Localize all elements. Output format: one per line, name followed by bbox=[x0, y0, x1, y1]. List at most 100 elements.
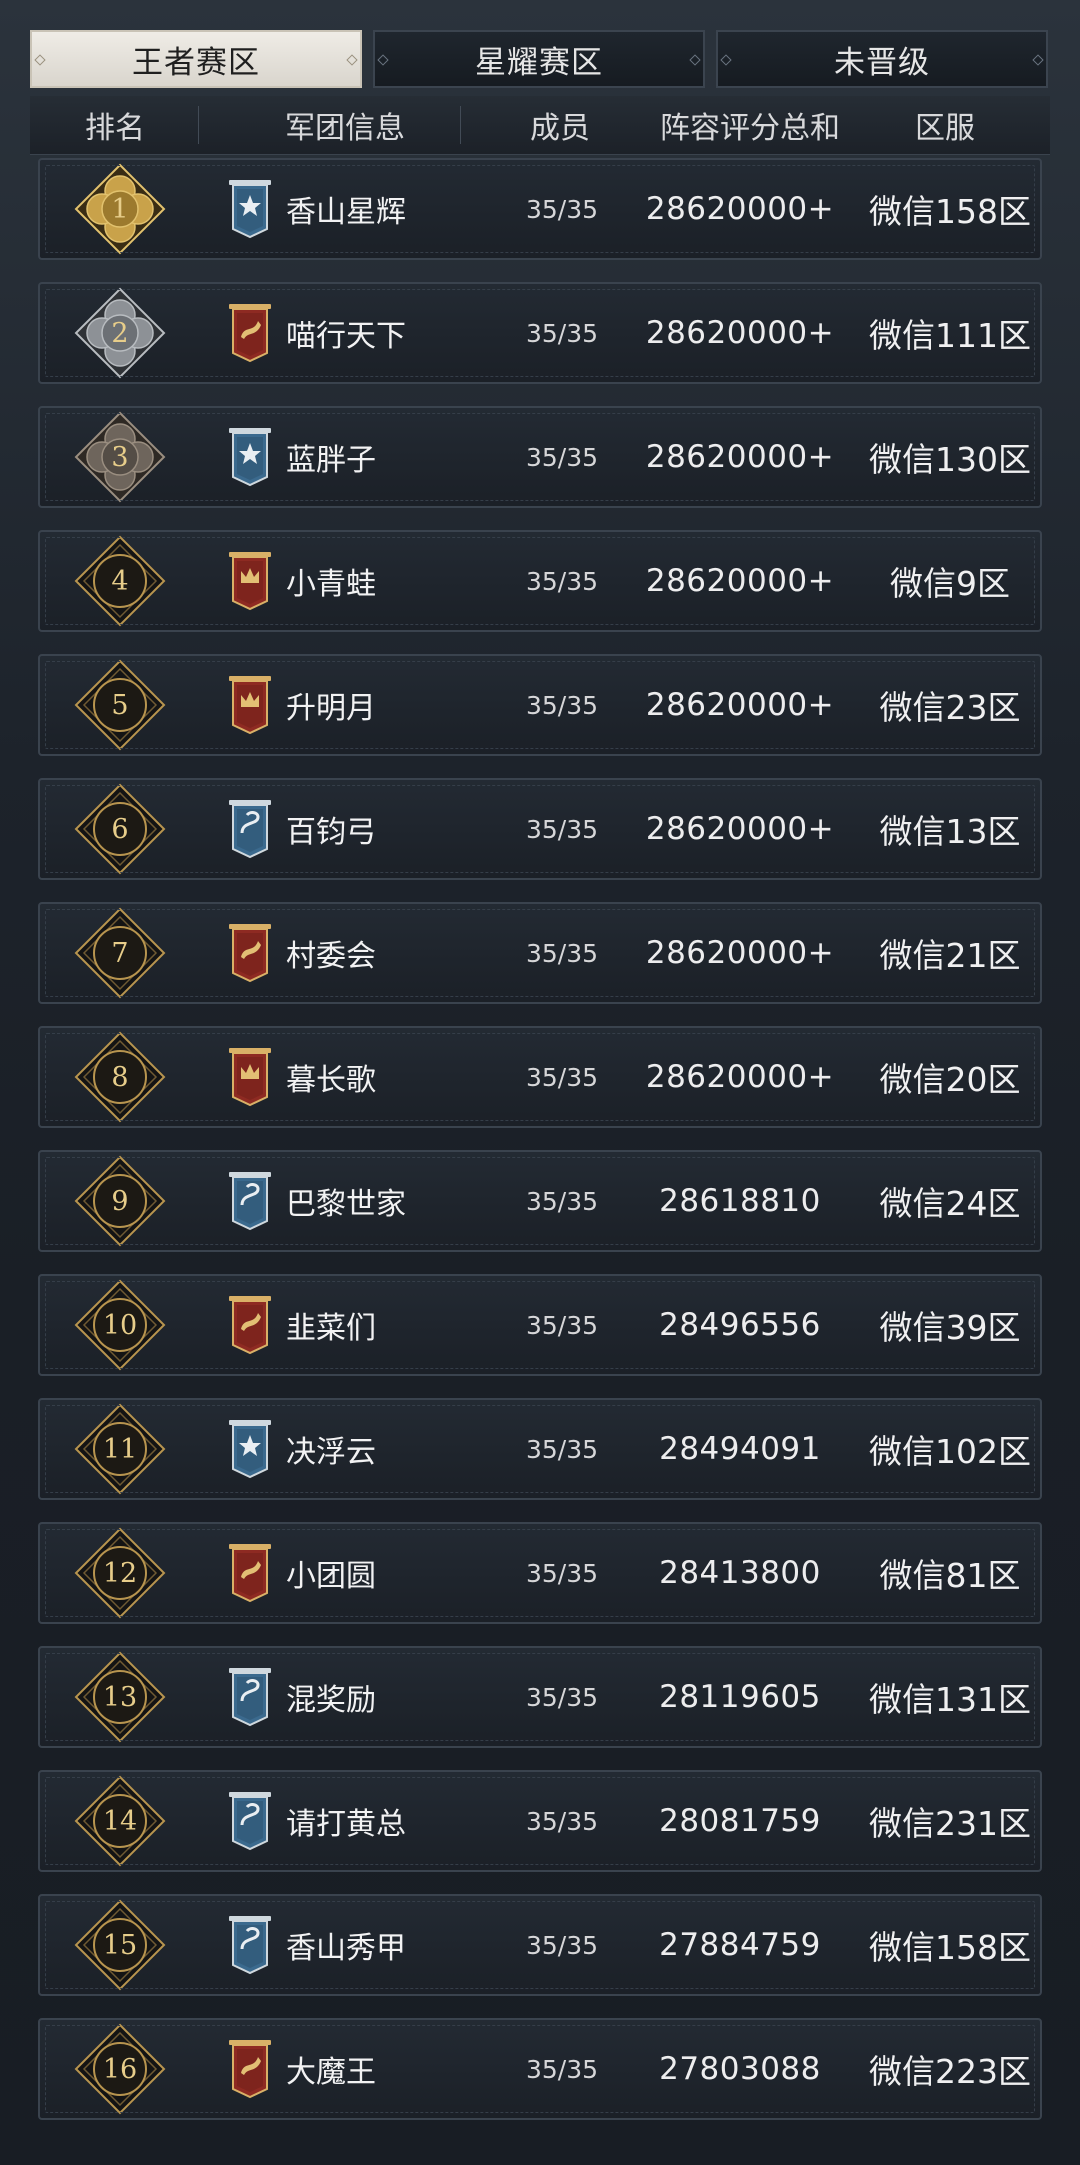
table-row[interactable]: 11 决浮云 35/35 28494091 微信102区 bbox=[38, 1398, 1042, 1500]
guild-name: 蓝胖子 bbox=[286, 443, 376, 478]
table-row[interactable]: 8 暮长歌 35/35 28620000+ 微信20区 bbox=[38, 1026, 1042, 1128]
rank-badge-icon: 4 bbox=[74, 535, 166, 627]
rank-number: 11 bbox=[102, 1433, 138, 1465]
guild-banner-icon bbox=[228, 179, 272, 239]
server-name: 微信21区 bbox=[879, 936, 1021, 975]
table-row[interactable]: 5 升明月 35/35 28620000+ 微信23区 bbox=[38, 654, 1042, 756]
guild-name: 香山秀甲 bbox=[286, 1931, 406, 1966]
server-name: 微信13区 bbox=[879, 812, 1021, 851]
members-count: 35/35 bbox=[525, 1930, 599, 1960]
members-count: 35/35 bbox=[525, 1558, 599, 1588]
rank-number: 2 bbox=[111, 317, 129, 349]
guild-info-cell: 村委会 bbox=[228, 904, 518, 1002]
server-name: 微信158区 bbox=[869, 192, 1031, 231]
table-row[interactable]: 15 香山秀甲 35/35 27884759 微信158区 bbox=[38, 1894, 1042, 1996]
rank-cell: 13 bbox=[70, 1648, 170, 1746]
guild-info-cell: 决浮云 bbox=[228, 1400, 518, 1498]
rank-number: 8 bbox=[111, 1061, 129, 1093]
members-count: 35/35 bbox=[525, 318, 599, 348]
table-row[interactable]: 1 香山星辉 35/35 28620000+ 微信158区 bbox=[38, 158, 1042, 260]
rank-number: 9 bbox=[111, 1185, 129, 1217]
rank-badge-icon: 16 bbox=[74, 2023, 166, 2115]
guild-name: 百钧弓 bbox=[286, 815, 376, 850]
members-count: 35/35 bbox=[525, 566, 599, 596]
lineup-score-total: 28496556 bbox=[659, 1307, 821, 1343]
server-name: 微信131区 bbox=[869, 1680, 1031, 1719]
guild-name: 韭菜们 bbox=[286, 1311, 376, 1346]
members-count: 35/35 bbox=[525, 1186, 599, 1216]
guild-info-cell: 韭菜们 bbox=[228, 1276, 518, 1374]
lineup-score-total: 28618810 bbox=[659, 1183, 821, 1219]
table-row[interactable]: 16 大魔王 35/35 27803088 微信223区 bbox=[38, 2018, 1042, 2120]
server-name: 微信81区 bbox=[879, 1556, 1021, 1595]
guild-name: 小团圆 bbox=[286, 1559, 376, 1594]
lineup-score-total: 28620000+ bbox=[645, 315, 835, 351]
rank-number: 6 bbox=[111, 813, 129, 845]
rank-cell: 12 bbox=[70, 1524, 170, 1622]
rank-cell: 16 bbox=[70, 2020, 170, 2118]
rank-cell: 6 bbox=[70, 780, 170, 878]
guild-info-cell: 混奖励 bbox=[228, 1648, 518, 1746]
rank-cell: 2 bbox=[70, 284, 170, 382]
table-row[interactable]: 2 喵行天下 35/35 28620000+ 微信111区 bbox=[38, 282, 1042, 384]
table-row[interactable]: 14 请打黄总 35/35 28081759 微信231区 bbox=[38, 1770, 1042, 1872]
lineup-score-total: 28620000+ bbox=[645, 191, 835, 227]
table-row[interactable]: 6 百钧弓 35/35 28620000+ 微信13区 bbox=[38, 778, 1042, 880]
rank-cell: 1 bbox=[70, 160, 170, 258]
server-name: 微信223区 bbox=[869, 2052, 1031, 2091]
guild-name: 巴黎世家 bbox=[286, 1187, 406, 1222]
rank-number: 10 bbox=[102, 1309, 138, 1341]
rank-badge-icon: 2 bbox=[74, 287, 166, 379]
table-row[interactable]: 9 巴黎世家 35/35 28618810 微信24区 bbox=[38, 1150, 1042, 1252]
server-name: 微信111区 bbox=[869, 316, 1031, 355]
guild-banner-icon bbox=[228, 2039, 272, 2099]
members-count: 35/35 bbox=[525, 442, 599, 472]
rank-badge-icon: 12 bbox=[74, 1527, 166, 1619]
table-row[interactable]: 12 小团圆 35/35 28413800 微信81区 bbox=[38, 1522, 1042, 1624]
rank-badge-icon: 3 bbox=[74, 411, 166, 503]
tab-king-division[interactable]: 王者赛区 bbox=[30, 30, 362, 88]
ranking-table-header: 排名 军团信息 成员 阵容评分总和 区服 bbox=[30, 96, 1050, 155]
server-name: 微信231区 bbox=[869, 1804, 1031, 1843]
division-tabs: 王者赛区 星耀赛区 未晋级 bbox=[30, 30, 1050, 90]
rank-badge-icon: 14 bbox=[74, 1775, 166, 1867]
guild-info-cell: 巴黎世家 bbox=[228, 1152, 518, 1250]
guild-banner-icon bbox=[228, 1047, 272, 1107]
guild-name: 大魔王 bbox=[286, 2055, 376, 2090]
rank-number: 13 bbox=[102, 1681, 138, 1713]
guild-info-cell: 请打黄总 bbox=[228, 1772, 518, 1870]
rank-cell: 8 bbox=[70, 1028, 170, 1126]
members-count: 35/35 bbox=[525, 938, 599, 968]
table-row[interactable]: 4 小青蛙 35/35 28620000+ 微信9区 bbox=[38, 530, 1042, 632]
rank-number: 16 bbox=[102, 2053, 138, 2085]
guild-banner-icon bbox=[228, 1667, 272, 1727]
members-count: 35/35 bbox=[525, 1434, 599, 1464]
table-row[interactable]: 7 村委会 35/35 28620000+ 微信21区 bbox=[38, 902, 1042, 1004]
column-header-score: 阵容评分总和 bbox=[660, 111, 840, 146]
guild-banner-icon bbox=[228, 675, 272, 735]
guild-name: 喵行天下 bbox=[286, 319, 406, 354]
guild-name: 小青蛙 bbox=[286, 567, 376, 602]
table-row[interactable]: 3 蓝胖子 35/35 28620000+ 微信130区 bbox=[38, 406, 1042, 508]
server-name: 微信102区 bbox=[869, 1432, 1031, 1471]
tab-not-promoted[interactable]: 未晋级 bbox=[716, 30, 1048, 88]
rank-badge-icon: 13 bbox=[74, 1651, 166, 1743]
members-count: 35/35 bbox=[525, 1310, 599, 1340]
table-row[interactable]: 13 混奖励 35/35 28119605 微信131区 bbox=[38, 1646, 1042, 1748]
rank-number: 5 bbox=[111, 689, 129, 721]
guild-info-cell: 小团圆 bbox=[228, 1524, 518, 1622]
guild-banner-icon bbox=[228, 427, 272, 487]
rank-number: 1 bbox=[111, 193, 129, 225]
rank-number: 15 bbox=[102, 1929, 138, 1961]
table-row[interactable]: 10 韭菜们 35/35 28496556 微信39区 bbox=[38, 1274, 1042, 1376]
tab-star-division[interactable]: 星耀赛区 bbox=[373, 30, 705, 88]
rank-badge-icon: 15 bbox=[74, 1899, 166, 1991]
guild-name: 升明月 bbox=[286, 691, 376, 726]
members-count: 35/35 bbox=[525, 2054, 599, 2084]
rank-badge-icon: 10 bbox=[74, 1279, 166, 1371]
rank-cell: 7 bbox=[70, 904, 170, 1002]
rank-badge-icon: 5 bbox=[74, 659, 166, 751]
rank-cell: 3 bbox=[70, 408, 170, 506]
members-count: 35/35 bbox=[525, 1682, 599, 1712]
rank-number: 4 bbox=[111, 565, 129, 597]
